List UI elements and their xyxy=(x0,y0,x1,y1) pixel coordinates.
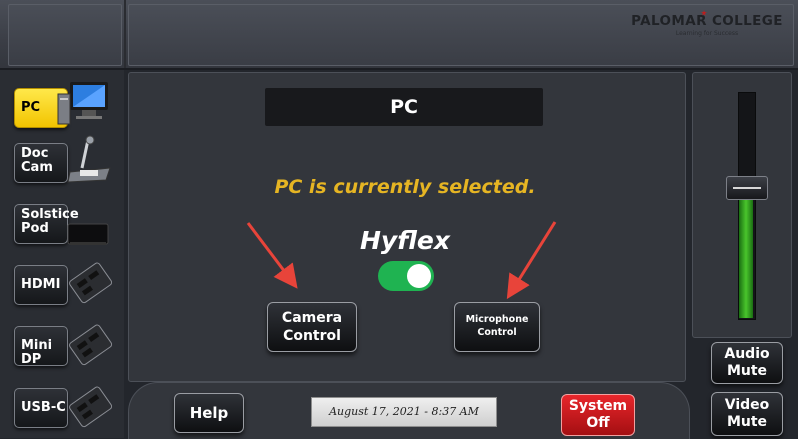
volume-level-bar xyxy=(739,200,753,318)
status-message: PC is currently selected. xyxy=(274,176,536,198)
solstice-pod-icon xyxy=(67,223,109,245)
palomar-college-logo: PALOMAR COLLEGE Learning for Success xyxy=(627,10,787,47)
system-off-button[interactable]: System Off xyxy=(561,394,635,436)
hyflex-label: Hyflex xyxy=(360,226,450,255)
document-camera-icon xyxy=(67,135,111,183)
camera-control-label-line2: Control xyxy=(283,328,341,344)
top-left-panel xyxy=(8,4,122,66)
hyflex-toggle[interactable] xyxy=(378,261,434,291)
source-label-doc-cam: Doc Cam xyxy=(21,146,53,175)
page-title: PC xyxy=(265,88,543,126)
audio-mute-label-line2: Mute xyxy=(726,363,768,379)
hdmi-plate-icon xyxy=(69,262,113,304)
volume-slider-handle[interactable] xyxy=(726,176,768,200)
usb-c-plate-icon xyxy=(69,386,113,428)
source-button-mini-dp[interactable]: Mini DP xyxy=(14,326,68,367)
logo-tagline: Learning for Success xyxy=(675,30,739,37)
video-mute-button[interactable]: Video Mute xyxy=(711,392,783,436)
audio-mute-button[interactable]: Audio Mute xyxy=(711,342,783,384)
source-label-pc: PC xyxy=(21,100,41,115)
source-label-hdmi: HDMI xyxy=(21,277,61,292)
source-label-mini-dp: Mini DP xyxy=(21,338,53,367)
system-off-label-line1: System xyxy=(568,398,628,414)
computer-icon xyxy=(57,82,108,125)
date-time-display: August 17, 2021 - 8:37 AM xyxy=(311,397,497,427)
top-right-panel: PALOMAR COLLEGE Learning for Success xyxy=(128,4,794,66)
system-off-label-line2: Off xyxy=(586,415,610,431)
source-button-solstice-pod[interactable]: Solstice Pod xyxy=(14,204,79,244)
slider-grip-line xyxy=(733,187,761,189)
source-label-usb-c: USB-C xyxy=(21,400,66,415)
source-button-doc-cam[interactable]: Doc Cam xyxy=(14,143,68,183)
microphone-control-button[interactable]: Microphone Control xyxy=(454,302,540,352)
source-button-usb-c[interactable]: USB-C xyxy=(14,388,68,428)
microphone-control-label-line2: Control xyxy=(477,327,517,338)
camera-control-button[interactable]: Camera Control xyxy=(267,302,357,352)
audio-mute-label-line1: Audio xyxy=(724,346,770,362)
video-mute-label-line2: Mute xyxy=(726,414,768,430)
video-mute-label-line1: Video xyxy=(724,397,770,413)
source-button-hdmi[interactable]: HDMI xyxy=(14,265,68,305)
toggle-knob xyxy=(407,264,431,288)
help-button[interactable]: Help xyxy=(174,393,244,433)
logo-title: PALOMAR COLLEGE xyxy=(631,13,783,29)
camera-control-label-line1: Camera xyxy=(281,310,343,326)
top-divider xyxy=(124,0,126,68)
mini-dp-plate-icon xyxy=(69,324,113,366)
microphone-control-label-line1: Microphone xyxy=(465,314,529,325)
